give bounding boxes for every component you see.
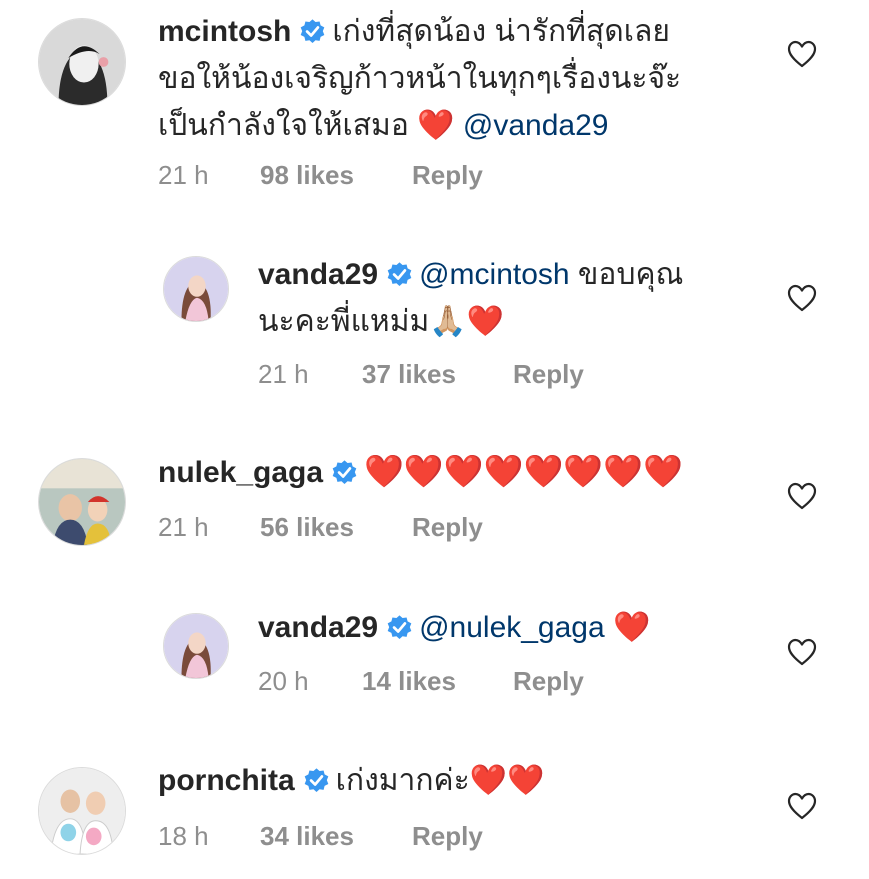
likes-count[interactable]: 14 likes xyxy=(362,666,513,697)
heart-emoji: ❤️ xyxy=(613,611,651,644)
like-heart-icon[interactable] xyxy=(787,482,817,510)
avatar-nulek-gaga-image xyxy=(39,459,125,545)
verified-badge-icon xyxy=(386,261,413,288)
comment-line-2: ขอให้น้องเจริญก้าวหน้าในทุกๆเรื่องนะจ๊ะ xyxy=(158,62,682,95)
mention-link[interactable]: @mcintosh xyxy=(419,258,570,291)
comment-meta: 21 h 98 likes Reply xyxy=(158,160,483,191)
comment-text-line-2: นะคะพี่แหม่ม xyxy=(258,305,430,338)
timestamp: 21 h xyxy=(258,359,309,389)
avatar-mcintosh-image xyxy=(39,19,125,105)
likes-count[interactable]: 56 likes xyxy=(260,512,412,543)
comment-text: pornchita เก่งมากค่ะ❤️❤️ xyxy=(158,757,778,804)
heart-emoji: ❤️ xyxy=(417,109,455,142)
comment-text: nulek_gaga ❤️❤️❤️❤️❤️❤️❤️❤️ xyxy=(158,448,778,496)
comment-text: vanda29 @mcintosh ขอบคุณ นะคะพี่แหม่ม🙏🏼❤️ xyxy=(258,251,778,345)
mention-link[interactable]: @vanda29 xyxy=(463,109,609,142)
mention-link[interactable]: @nulek_gaga xyxy=(419,611,605,644)
verified-badge-icon xyxy=(299,18,326,45)
comment-text: mcintosh เก่งที่สุดน้อง น่ารักที่สุดเลย ข… xyxy=(158,8,798,149)
comment-meta: 21 h 37 likes Reply xyxy=(258,359,584,390)
username[interactable]: vanda29 xyxy=(258,611,378,644)
username[interactable]: pornchita xyxy=(158,764,295,797)
comment-meta: 20 h 14 likes Reply xyxy=(258,666,584,697)
comment-meta: 21 h 56 likes Reply xyxy=(158,512,483,543)
avatar-vanda29-image xyxy=(164,614,228,678)
avatar[interactable] xyxy=(163,256,229,322)
verified-badge-icon xyxy=(303,767,330,794)
hearts-emoji: ❤️❤️❤️❤️❤️❤️❤️❤️ xyxy=(364,453,683,489)
avatar[interactable] xyxy=(38,767,126,855)
verified-badge-icon xyxy=(331,459,358,486)
like-heart-icon[interactable] xyxy=(787,792,817,820)
like-heart-icon[interactable] xyxy=(787,40,817,68)
comment-text: vanda29 @nulek_gaga ❤️ xyxy=(258,604,778,651)
timestamp: 18 h xyxy=(158,821,209,851)
hearts-emoji: ❤️❤️ xyxy=(469,764,545,797)
timestamp: 20 h xyxy=(258,666,309,696)
avatar-pornchita-image xyxy=(39,768,125,854)
username[interactable]: mcintosh xyxy=(158,15,291,48)
comment-line-1: เก่งที่สุดน้อง น่ารักที่สุดเลย xyxy=(332,15,670,48)
avatar-vanda29-image xyxy=(164,257,228,321)
avatar[interactable] xyxy=(38,458,126,546)
comment-text-body: เก่งมากค่ะ xyxy=(335,764,470,797)
pray-heart-emoji: 🙏🏼❤️ xyxy=(429,305,504,338)
reply-button[interactable]: Reply xyxy=(513,359,584,390)
avatar[interactable] xyxy=(163,613,229,679)
reply-button[interactable]: Reply xyxy=(412,512,483,543)
comment-meta: 18 h 34 likes Reply xyxy=(158,821,483,852)
likes-count[interactable]: 34 likes xyxy=(260,821,412,852)
comment-line-3: เป็นกำลังใจให้เสมอ xyxy=(158,109,409,142)
like-heart-icon[interactable] xyxy=(787,284,817,312)
verified-badge-icon xyxy=(386,614,413,641)
reply-button[interactable]: Reply xyxy=(412,160,483,191)
likes-count[interactable]: 98 likes xyxy=(260,160,412,191)
avatar[interactable] xyxy=(38,18,126,106)
timestamp: 21 h xyxy=(158,160,209,190)
reply-button[interactable]: Reply xyxy=(513,666,584,697)
reply-button[interactable]: Reply xyxy=(412,821,483,852)
comment-text-line-1: ขอบคุณ xyxy=(577,258,684,291)
username[interactable]: nulek_gaga xyxy=(158,456,323,489)
like-heart-icon[interactable] xyxy=(787,638,817,666)
username[interactable]: vanda29 xyxy=(258,258,378,291)
likes-count[interactable]: 37 likes xyxy=(362,359,513,390)
timestamp: 21 h xyxy=(158,512,209,542)
